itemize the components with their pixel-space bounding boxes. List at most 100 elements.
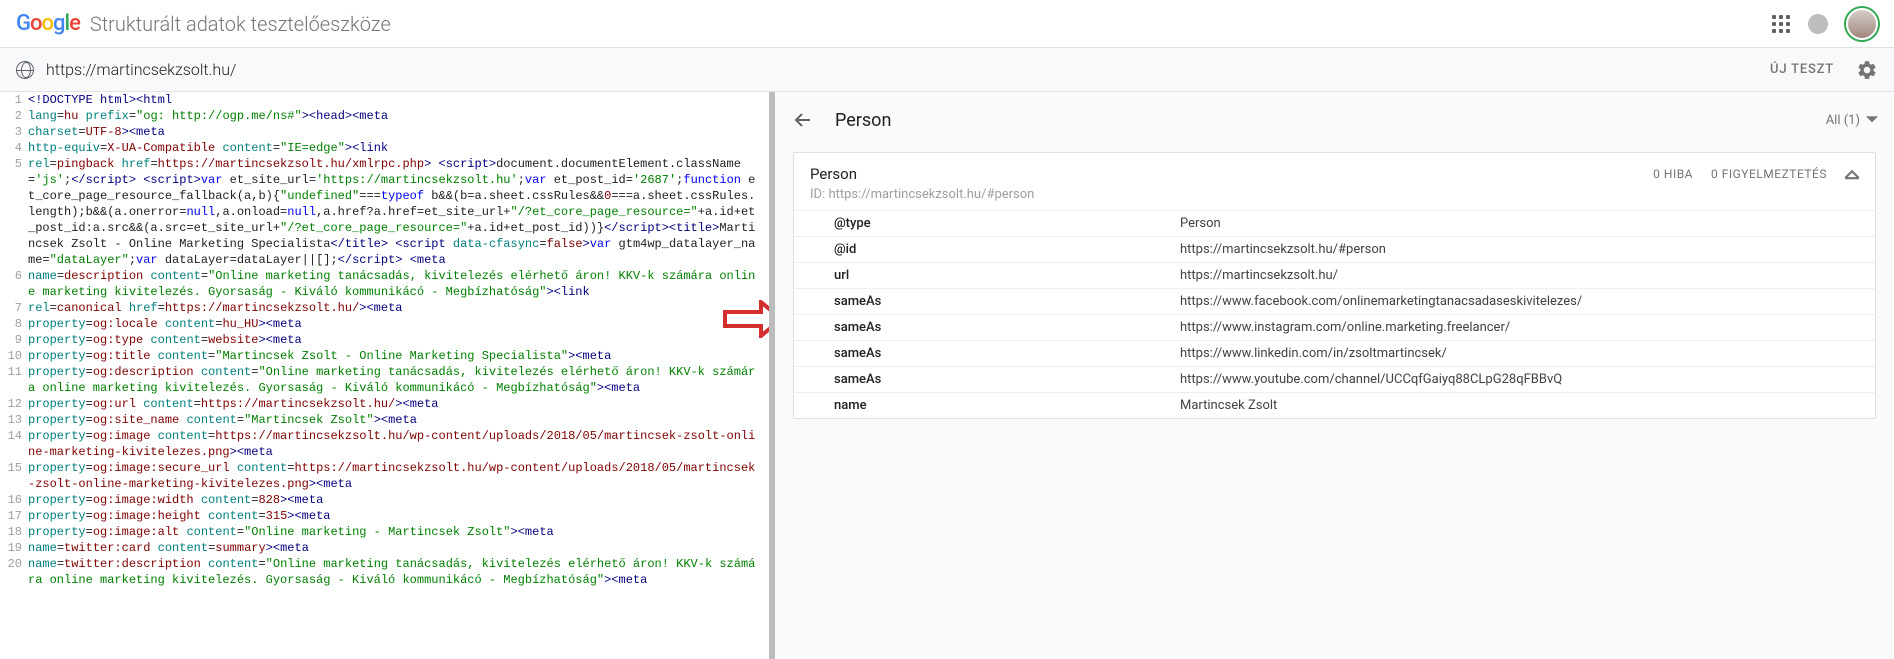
url-bar: https://martincsekzsolt.hu/ ÚJ TESZT xyxy=(0,48,1894,92)
code-text[interactable]: charset=UTF-8><meta xyxy=(28,124,769,140)
code-line[interactable]: 20name=twitter:description content="Onli… xyxy=(0,556,769,588)
property-key: name xyxy=(794,393,1164,419)
code-line[interactable]: 10property=og:title content="Martincsek … xyxy=(0,348,769,364)
code-line[interactable]: 2lang=hu prefix="og: http://ogp.me/ns#">… xyxy=(0,108,769,124)
properties-table: @typePerson@idhttps://martincsekzsolt.hu… xyxy=(794,210,1875,418)
line-number: 10 xyxy=(0,348,28,364)
line-number: 6 xyxy=(0,268,28,300)
code-line[interactable]: 4http-equiv=X-UA-Compatible content="IE=… xyxy=(0,140,769,156)
property-value: https://martincsekzsolt.hu/ xyxy=(1164,263,1875,289)
property-key: sameAs xyxy=(794,315,1164,341)
code-text[interactable]: rel=pingback href=https://martincsekzsol… xyxy=(28,156,769,268)
table-row[interactable]: sameAshttps://www.youtube.com/channel/UC… xyxy=(794,367,1875,393)
code-line[interactable]: 9property=og:type content=website><meta xyxy=(0,332,769,348)
table-row[interactable]: urlhttps://martincsekzsolt.hu/ xyxy=(794,263,1875,289)
results-panel: Person All (1) Person 0 HIBA 0 FIGYELMEZ… xyxy=(775,92,1894,659)
code-line[interactable]: 15property=og:image:secure_url content=h… xyxy=(0,460,769,492)
app-header: Google Strukturált adatok tesztelőeszköz… xyxy=(0,0,1894,48)
line-number: 4 xyxy=(0,140,28,156)
code-line[interactable]: 14property=og:image content=https://mart… xyxy=(0,428,769,460)
code-text[interactable]: name=description content="Online marketi… xyxy=(28,268,769,300)
new-test-button[interactable]: ÚJ TESZT xyxy=(1770,62,1834,77)
code-line[interactable]: 8property=og:locale content=hu_HU><meta xyxy=(0,316,769,332)
code-line[interactable]: 13property=og:site_name content="Martinc… xyxy=(0,412,769,428)
table-row[interactable]: sameAshttps://www.facebook.com/onlinemar… xyxy=(794,289,1875,315)
code-line[interactable]: 19name=twitter:card content=summary><met… xyxy=(0,540,769,556)
code-text[interactable]: lang=hu prefix="og: http://ogp.me/ns#"><… xyxy=(28,108,769,124)
table-row[interactable]: @idhttps://martincsekzsolt.hu/#person xyxy=(794,237,1875,263)
property-value: https://www.youtube.com/channel/UCCqfGai… xyxy=(1164,367,1875,393)
code-text[interactable]: property=og:image content=https://martin… xyxy=(28,428,769,460)
code-line[interactable]: 11property=og:description content="Onlin… xyxy=(0,364,769,396)
code-text[interactable]: property=og:type content=website><meta xyxy=(28,332,769,348)
code-text[interactable]: property=og:image:height content=315><me… xyxy=(28,508,769,524)
error-count: 0 HIBA xyxy=(1653,167,1693,181)
table-row[interactable]: sameAshttps://www.instagram.com/online.m… xyxy=(794,315,1875,341)
code-line[interactable]: 3charset=UTF-8><meta xyxy=(0,124,769,140)
property-key: url xyxy=(794,263,1164,289)
code-text[interactable]: property=og:image:alt content="Online ma… xyxy=(28,524,769,540)
code-text[interactable]: property=og:title content="Martincsek Zs… xyxy=(28,348,769,364)
property-value: https://www.facebook.com/onlinemarketing… xyxy=(1164,289,1875,315)
code-text[interactable]: property=og:image:secure_url content=htt… xyxy=(28,460,769,492)
code-text[interactable]: property=og:locale content=hu_HU><meta xyxy=(28,316,769,332)
line-number: 20 xyxy=(0,556,28,588)
results-title: Person xyxy=(835,110,891,131)
code-line[interactable]: 7rel=canonical href=https://martincsekzs… xyxy=(0,300,769,316)
property-key: sameAs xyxy=(794,341,1164,367)
code-text[interactable]: property=og:url content=https://martincs… xyxy=(28,396,769,412)
table-row[interactable]: nameMartincsek Zsolt xyxy=(794,393,1875,419)
property-value: https://martincsekzsolt.hu/#person xyxy=(1164,237,1875,263)
property-value: Martincsek Zsolt xyxy=(1164,393,1875,419)
source-code-panel[interactable]: 1<!DOCTYPE html><html2lang=hu prefix="og… xyxy=(0,92,775,659)
code-text[interactable]: name=twitter:card content=summary><meta xyxy=(28,540,769,556)
table-row[interactable]: sameAshttps://www.linkedin.com/in/zsoltm… xyxy=(794,341,1875,367)
property-value: https://www.instagram.com/online.marketi… xyxy=(1164,315,1875,341)
code-line[interactable]: 5rel=pingback href=https://martincsekzso… xyxy=(0,156,769,268)
code-text[interactable]: property=og:image:width content=828><met… xyxy=(28,492,769,508)
property-key: sameAs xyxy=(794,289,1164,315)
code-text[interactable]: rel=canonical href=https://martincsekzso… xyxy=(28,300,769,316)
code-line[interactable]: 6name=description content="Online market… xyxy=(0,268,769,300)
code-line[interactable]: 1<!DOCTYPE html><html xyxy=(0,92,769,108)
results-filter-label[interactable]: All (1) xyxy=(1826,113,1860,128)
globe-icon xyxy=(16,61,34,79)
tested-url[interactable]: https://martincsekzsolt.hu/ xyxy=(46,60,236,79)
code-text[interactable]: name=twitter:description content="Online… xyxy=(28,556,769,588)
property-key: @type xyxy=(794,211,1164,237)
back-arrow-icon[interactable] xyxy=(791,108,815,132)
code-line[interactable]: 12property=og:url content=https://martin… xyxy=(0,396,769,412)
collapse-chevron-icon[interactable] xyxy=(1845,167,1859,181)
google-logo[interactable]: Google xyxy=(16,11,80,36)
line-number: 7 xyxy=(0,300,28,316)
line-number: 14 xyxy=(0,428,28,460)
code-text[interactable]: property=og:site_name content="Martincse… xyxy=(28,412,769,428)
line-number: 16 xyxy=(0,492,28,508)
settings-gear-icon[interactable] xyxy=(1856,59,1878,81)
code-line[interactable]: 17property=og:image:height content=315><… xyxy=(0,508,769,524)
code-line[interactable]: 18property=og:image:alt content="Online … xyxy=(0,524,769,540)
property-value: https://www.linkedin.com/in/zsoltmartinc… xyxy=(1164,341,1875,367)
line-number: 9 xyxy=(0,332,28,348)
property-value: Person xyxy=(1164,211,1875,237)
line-number: 2 xyxy=(0,108,28,124)
code-text[interactable]: property=og:description content="Online … xyxy=(28,364,769,396)
account-avatar[interactable] xyxy=(1846,8,1878,40)
result-card: Person 0 HIBA 0 FIGYELMEZTETÉS ID: https… xyxy=(793,152,1876,419)
card-type-title: Person xyxy=(810,165,857,183)
line-number: 19 xyxy=(0,540,28,556)
apps-grid-icon[interactable] xyxy=(1772,15,1790,33)
warning-count: 0 FIGYELMEZTETÉS xyxy=(1711,167,1827,181)
table-row[interactable]: @typePerson xyxy=(794,211,1875,237)
line-number: 3 xyxy=(0,124,28,140)
code-text[interactable]: <!DOCTYPE html><html xyxy=(28,92,769,108)
code-line[interactable]: 16property=og:image:width content=828><m… xyxy=(0,492,769,508)
line-number: 5 xyxy=(0,156,28,268)
dropdown-arrow-icon[interactable] xyxy=(1866,114,1878,126)
code-text[interactable]: http-equiv=X-UA-Compatible content="IE=e… xyxy=(28,140,769,156)
line-number: 13 xyxy=(0,412,28,428)
property-key: sameAs xyxy=(794,367,1164,393)
notifications-icon[interactable] xyxy=(1808,14,1828,34)
card-id: ID: https://martincsekzsolt.hu/#person xyxy=(794,187,1875,210)
line-number: 12 xyxy=(0,396,28,412)
